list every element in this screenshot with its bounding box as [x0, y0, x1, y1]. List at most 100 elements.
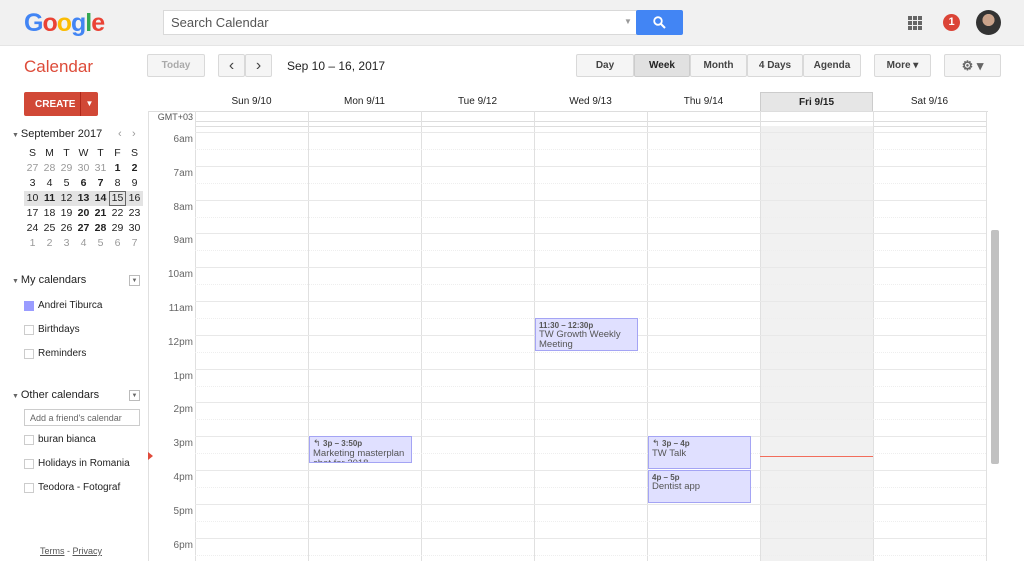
terms-link[interactable]: Terms: [40, 546, 65, 556]
avatar[interactable]: [976, 10, 1001, 35]
mini-day[interactable]: 25: [41, 221, 58, 236]
day-header[interactable]: Sun 9/10: [195, 92, 308, 111]
mini-day[interactable]: 4: [75, 236, 92, 251]
google-logo[interactable]: Google: [24, 9, 105, 38]
event-title: Marketing masterplan chat for 2018: [313, 448, 405, 463]
mini-day[interactable]: 3: [58, 236, 75, 251]
settings-button[interactable]: ⚙ ▾: [944, 54, 1001, 77]
mini-day[interactable]: 11: [41, 191, 58, 206]
checkbox[interactable]: [24, 482, 34, 493]
mini-day[interactable]: 20: [75, 206, 92, 221]
checkbox[interactable]: [24, 324, 34, 335]
mini-day[interactable]: 1: [24, 236, 41, 251]
mini-day[interactable]: 26: [58, 221, 75, 236]
checkbox[interactable]: [24, 348, 34, 359]
mini-day[interactable]: 27: [75, 221, 92, 236]
mini-prev-icon[interactable]: ‹: [118, 128, 122, 140]
day-header[interactable]: Wed 9/13: [534, 92, 647, 111]
mini-day[interactable]: 21: [92, 206, 109, 221]
calendar-item-teodora[interactable]: Teodora - Fotograf: [24, 482, 120, 493]
my-calendars-header[interactable]: ▼ My calendars: [12, 274, 86, 286]
mini-day[interactable]: 28: [41, 161, 58, 176]
mini-day[interactable]: 2: [126, 161, 143, 176]
mini-day[interactable]: 2: [41, 236, 58, 251]
mini-day[interactable]: 29: [109, 221, 126, 236]
day-header[interactable]: Mon 9/11: [308, 92, 421, 111]
other-calendars-header[interactable]: ▼ Other calendars: [12, 389, 99, 401]
view-4-days[interactable]: 4 Days: [747, 54, 803, 77]
mini-day[interactable]: 18: [41, 206, 58, 221]
day-header[interactable]: Fri 9/15: [760, 92, 873, 111]
checkbox[interactable]: [24, 434, 34, 445]
mini-day[interactable]: 17: [24, 206, 41, 221]
calendar-item-birthdays[interactable]: Birthdays: [24, 324, 80, 335]
mini-day[interactable]: 7: [126, 236, 143, 251]
mini-day[interactable]: 5: [92, 236, 109, 251]
other-calendars-menu-icon[interactable]: ▼: [129, 390, 140, 401]
mini-day[interactable]: 24: [24, 221, 41, 236]
mini-day[interactable]: 12: [58, 191, 75, 206]
my-calendars-menu-icon[interactable]: ▼: [129, 275, 140, 286]
next-week-button[interactable]: ›: [245, 54, 272, 77]
view-week[interactable]: Week: [634, 54, 690, 77]
chevron-down-icon[interactable]: ▼: [80, 92, 98, 116]
mini-day[interactable]: 29: [58, 161, 75, 176]
calendar-event[interactable]: ↰ 3p – 3:50pMarketing masterplan chat fo…: [309, 436, 412, 464]
mini-day[interactable]: 6: [109, 236, 126, 251]
search-button[interactable]: [636, 10, 683, 35]
mini-day[interactable]: 1: [109, 161, 126, 176]
mini-day[interactable]: 4: [41, 176, 58, 191]
day-header[interactable]: Sat 9/16: [873, 92, 986, 111]
mini-day[interactable]: 23: [126, 206, 143, 221]
day-divider: [421, 111, 422, 561]
view-agenda[interactable]: Agenda: [803, 54, 861, 77]
mini-day[interactable]: 27: [24, 161, 41, 176]
prev-week-button[interactable]: ‹: [218, 54, 245, 77]
checkbox[interactable]: [24, 300, 34, 311]
create-button[interactable]: CREATE ▼: [24, 92, 98, 116]
calendar-item-holidays[interactable]: Holidays in Romania: [24, 458, 130, 469]
privacy-link[interactable]: Privacy: [73, 546, 103, 556]
mini-day[interactable]: 7: [92, 176, 109, 191]
current-time-line: [760, 456, 873, 458]
mini-day[interactable]: 3: [24, 176, 41, 191]
search-options-icon[interactable]: ▼: [624, 17, 632, 26]
mini-day[interactable]: 30: [126, 221, 143, 236]
notifications-badge[interactable]: 1: [943, 14, 960, 31]
today-button[interactable]: Today: [147, 54, 205, 77]
calendar-event[interactable]: 11:30 – 12:30p TW Growth Weekly Meeting: [535, 317, 638, 351]
view-month[interactable]: Month: [690, 54, 747, 77]
mini-day[interactable]: 9: [126, 176, 143, 191]
mini-day[interactable]: 30: [75, 161, 92, 176]
mini-day[interactable]: 28: [92, 221, 109, 236]
timezone-label: GMT+03: [157, 112, 193, 122]
mini-day[interactable]: 22: [109, 206, 126, 221]
calendar-event[interactable]: 4p – 5p Dentist app: [648, 470, 751, 503]
apps-grid-icon[interactable]: [908, 16, 922, 30]
checkbox[interactable]: [24, 458, 34, 469]
calendar-event[interactable]: ↰ 3p – 4p TW Talk: [648, 436, 751, 469]
mini-day[interactable]: 10: [24, 191, 41, 206]
view-day[interactable]: Day: [576, 54, 634, 77]
calendar-item-reminders[interactable]: Reminders: [24, 348, 86, 359]
mini-next-icon[interactable]: ›: [132, 128, 136, 140]
mini-day[interactable]: 19: [58, 206, 75, 221]
search-input[interactable]: Search Calendar: [163, 10, 637, 35]
mini-day[interactable]: 16: [126, 191, 143, 206]
mini-day[interactable]: 14: [92, 191, 109, 206]
day-header[interactable]: Thu 9/14: [647, 92, 760, 111]
scrollbar[interactable]: [991, 230, 999, 464]
more-button[interactable]: More ▾: [874, 54, 931, 77]
add-friend-calendar-input[interactable]: Add a friend's calendar: [24, 409, 140, 426]
day-header[interactable]: Tue 9/12: [421, 92, 534, 111]
calendar-item-andrei[interactable]: Andrei Tiburca: [24, 300, 102, 311]
mini-day[interactable]: 31: [92, 161, 109, 176]
mini-day[interactable]: 13: [75, 191, 92, 206]
calendar-item-buran[interactable]: buran bianca: [24, 434, 96, 445]
mini-day[interactable]: 5: [58, 176, 75, 191]
mini-day[interactable]: 6: [75, 176, 92, 191]
mini-day[interactable]: 8: [109, 176, 126, 191]
mini-day[interactable]: 15: [109, 191, 126, 206]
collapse-icon[interactable]: ▼: [12, 132, 21, 139]
footer-links: Terms - Privacy: [40, 546, 102, 556]
